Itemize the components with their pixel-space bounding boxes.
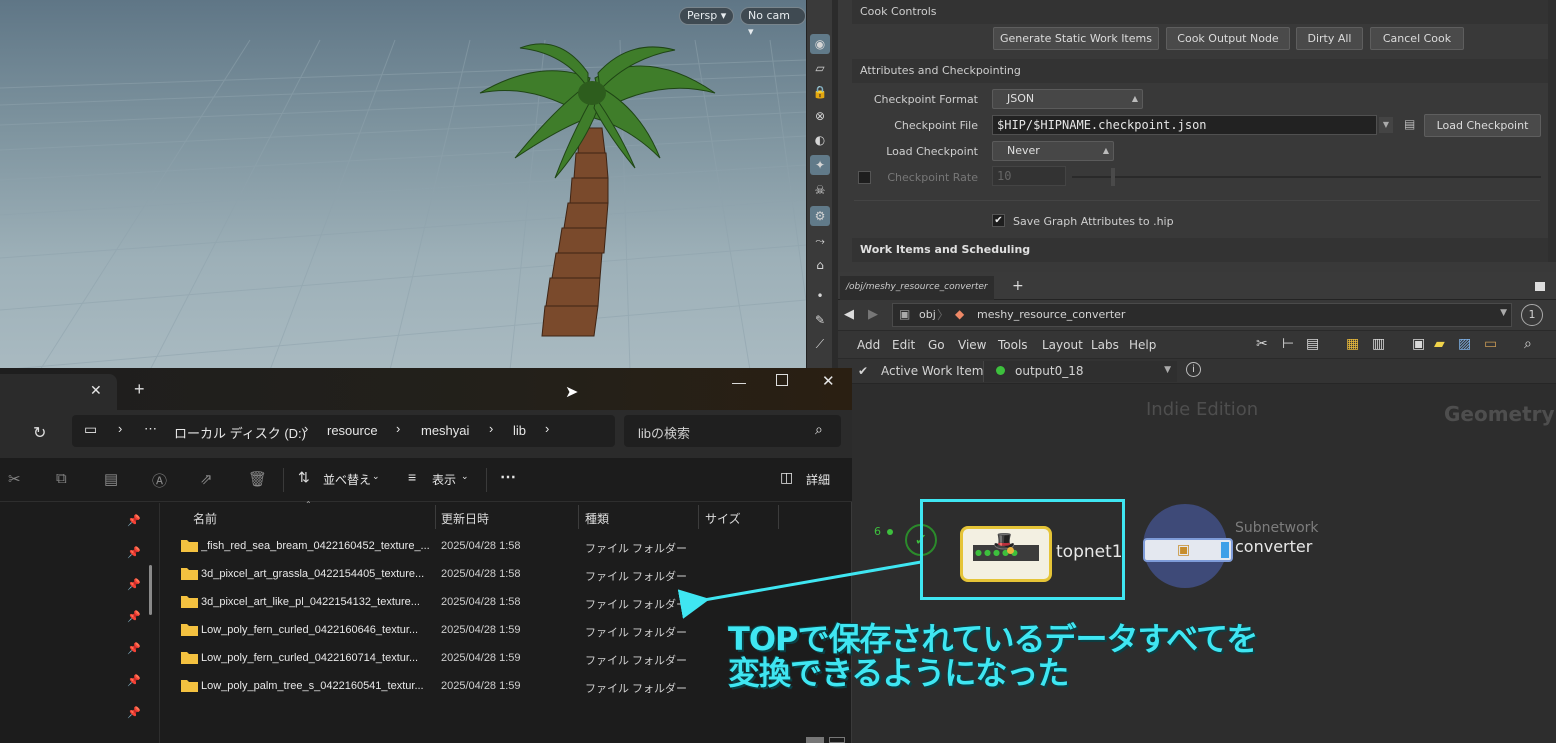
screen: Persp ▾ No cam ▾ ◉ ▱ 🔒 ⊗ ◐ ✦ ☠ ⚙ ⤳ ⌂ • ✎… — [0, 0, 1556, 743]
annotation-line-2: 変換できるようになった — [728, 654, 1069, 692]
annotation-text: TOPで保存されているデータすべてを 変換できるようになった — [728, 620, 1258, 692]
annotation-line-1: TOPで保存されているデータすべてを — [728, 620, 1258, 658]
